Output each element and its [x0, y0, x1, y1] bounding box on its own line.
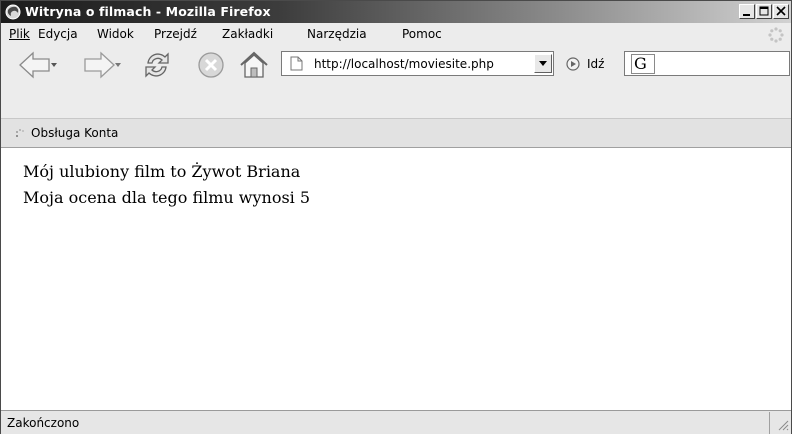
close-button[interactable] — [773, 4, 789, 19]
bookmarks-bar: Obsługa Konta — [1, 118, 791, 148]
menu-plik-label: Plik — [9, 27, 30, 41]
back-button[interactable] — [17, 49, 61, 84]
reload-icon — [145, 52, 169, 78]
browser-window: Witryna o filmach - Mozilla Firefox Plik… — [0, 0, 792, 434]
go-icon[interactable] — [566, 57, 580, 71]
close-icon — [776, 6, 786, 16]
reload-button[interactable] — [141, 49, 173, 84]
page-content: Mój ulubiony film to Żywot Briana Moja o… — [1, 148, 791, 410]
search-engine-button[interactable]: G — [631, 54, 655, 74]
navigation-toolbar: http://localhost/moviesite.php Idź G — [1, 45, 791, 85]
bookmark-label: Obsługa Konta — [31, 126, 119, 140]
menu-plik[interactable]: Plik — [9, 27, 30, 41]
stop-icon — [198, 52, 224, 78]
forward-button[interactable] — [81, 49, 125, 84]
address-bar[interactable]: http://localhost/moviesite.php — [281, 51, 554, 76]
address-dropdown-button[interactable] — [534, 54, 552, 73]
minimize-icon — [743, 14, 750, 16]
forward-arrow-icon — [84, 51, 121, 79]
maximize-icon — [759, 6, 769, 16]
status-divider — [769, 412, 770, 434]
menu-edycja[interactable]: Edycja — [38, 27, 78, 41]
status-text: Zakończono — [7, 416, 80, 430]
window-title: Witryna o filmach - Mozilla Firefox — [25, 4, 271, 19]
menu-narzedzia[interactable]: Narzędzia — [307, 27, 367, 41]
dropdown-arrow-icon — [539, 61, 547, 66]
firefox-icon — [5, 4, 21, 20]
bookmark-item[interactable]: Obsługa Konta — [15, 126, 118, 140]
search-box[interactable]: G — [624, 51, 790, 76]
menu-przejdz[interactable]: Przejdź — [154, 27, 197, 41]
minimize-button[interactable] — [739, 4, 755, 19]
page-icon — [290, 56, 303, 71]
back-arrow-icon — [19, 51, 57, 79]
home-icon — [240, 51, 268, 78]
home-button[interactable] — [237, 49, 271, 84]
resize-grip-icon[interactable] — [777, 419, 789, 431]
bookmark-icon — [16, 129, 24, 137]
stop-button[interactable] — [195, 49, 227, 84]
menu-widok[interactable]: Widok — [97, 27, 134, 41]
menu-pomoc[interactable]: Pomoc — [402, 27, 442, 41]
rating-text: Moja ocena dla tego filmu wynosi 5 — [23, 188, 311, 207]
status-bar: Zakończono — [1, 410, 791, 434]
throbber-icon — [768, 27, 784, 43]
search-engine-glyph: G — [634, 54, 647, 73]
toolbar-spacer — [1, 85, 791, 118]
go-button[interactable]: Idź — [587, 57, 604, 71]
menu-zakladki[interactable]: Zakładki — [222, 27, 273, 41]
title-bar: Witryna o filmach - Mozilla Firefox — [1, 1, 791, 23]
favorite-film-text: Mój ulubiony film to Żywot Briana — [23, 162, 301, 181]
address-text: http://localhost/moviesite.php — [314, 57, 494, 71]
menu-bar: Plik Edycja Widok Przejdź Zakładki Narzę… — [1, 23, 791, 45]
maximize-button[interactable] — [756, 4, 772, 19]
